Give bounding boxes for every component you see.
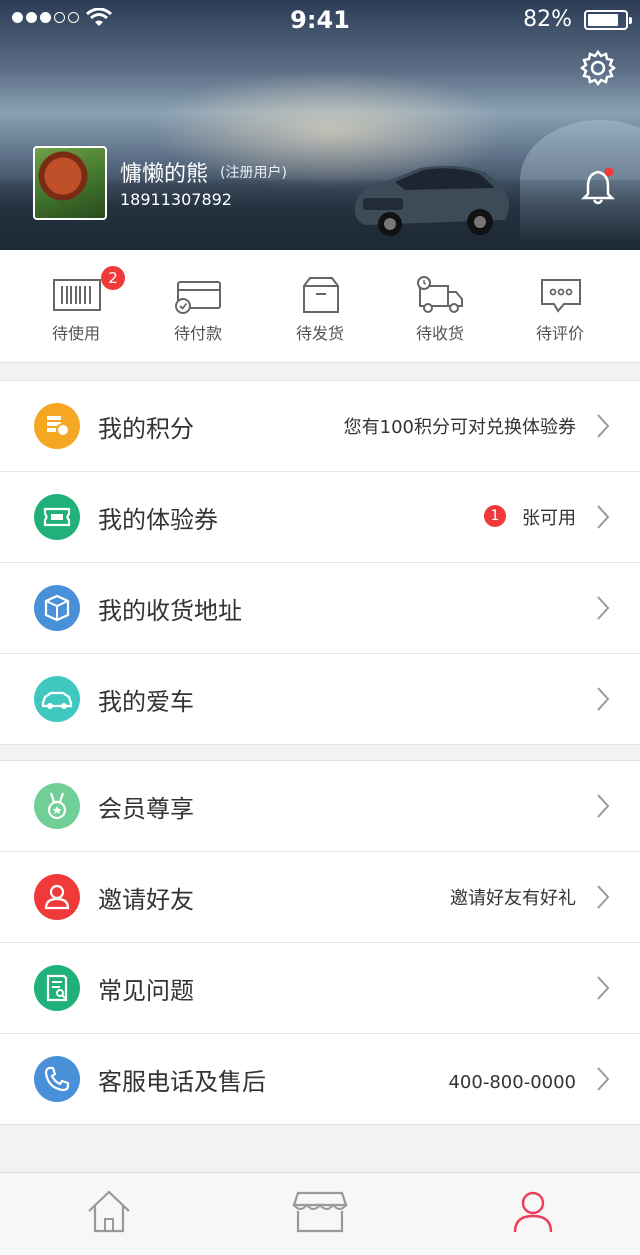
order-pending-receipt[interactable]: 待收货: [380, 250, 500, 362]
menu-item-my-car[interactable]: 我的爱车: [0, 654, 640, 744]
phone-icon: [34, 1056, 80, 1102]
menu-item-address[interactable]: 我的收货地址: [0, 563, 640, 654]
order-label: 待使用: [51, 324, 100, 343]
menu-detail: 张可用: [522, 508, 576, 529]
barcode-icon: [53, 279, 101, 311]
menu-title: 会员尊享: [98, 795, 194, 823]
order-status-bar: 待使用 待付款 待发货 待收货 待评价: [0, 250, 640, 363]
menu-item-customer-service[interactable]: 客服电话及售后 400-800-0000: [0, 1034, 640, 1124]
battery-percent: 82%: [523, 7, 572, 32]
order-label: 待发货: [295, 324, 344, 343]
card-payment-icon: [175, 281, 221, 314]
menu-title: 常见问题: [98, 977, 194, 1005]
menu-title: 我的收货地址: [98, 597, 242, 625]
battery-icon: [584, 10, 632, 30]
settings-gear-icon[interactable]: [578, 48, 618, 88]
car-illustration: [354, 165, 509, 236]
profile-header: 9:41 82% 慵懒的熊 (注册用户) 18911307892: [0, 0, 640, 250]
chevron-right-icon: [597, 414, 610, 438]
bottom-tab-bar: [0, 1172, 640, 1255]
store-icon[interactable]: [292, 1189, 348, 1233]
home-icon[interactable]: [86, 1189, 132, 1233]
menu-title: 邀请好友: [98, 886, 194, 914]
order-label: 待评价: [535, 324, 584, 343]
chevron-right-icon: [597, 1067, 610, 1091]
comment-icon: [541, 279, 581, 313]
menu-detail: 400-800-0000: [448, 1072, 576, 1093]
menu-title: 我的积分: [98, 415, 194, 443]
ticket-icon: [34, 494, 80, 540]
chevron-right-icon: [597, 885, 610, 909]
package-icon: [34, 585, 80, 631]
status-bar: 9:41 82%: [0, 0, 640, 40]
order-pending-review[interactable]: 待评价: [500, 250, 620, 362]
chevron-right-icon: [597, 505, 610, 529]
order-pending-shipment[interactable]: 待发货: [260, 250, 380, 362]
menu-item-coupons[interactable]: 我的体验券 1 张可用: [0, 472, 640, 563]
pending-use-badge: 2: [101, 266, 125, 290]
user-type-tag: (注册用户): [220, 165, 287, 181]
menu-title: 客服电话及售后: [98, 1068, 266, 1096]
chevron-right-icon: [597, 794, 610, 818]
coupon-count-badge: 1: [484, 505, 506, 527]
order-label: 待付款: [173, 324, 222, 343]
order-label: 待收货: [415, 324, 464, 343]
menu-item-invite[interactable]: 邀请好友 邀请好友有好礼: [0, 852, 640, 943]
chevron-right-icon: [597, 976, 610, 1000]
menu-detail: 您有100积分可对兑换体验券: [343, 417, 576, 438]
menu-title: 我的体验券: [98, 506, 218, 534]
menu-item-faq[interactable]: 常见问题: [0, 943, 640, 1034]
chevron-right-icon: [597, 687, 610, 711]
menu-group-service: 会员尊享 邀请好友 邀请好友有好礼 常见问题 客服电话及售后 400-800-0…: [0, 760, 640, 1125]
user-phone: 18911307892: [120, 190, 232, 209]
delivery-truck-icon: [417, 276, 463, 313]
menu-item-membership[interactable]: 会员尊享: [0, 761, 640, 852]
car-icon: [34, 676, 80, 722]
order-pending-payment[interactable]: 待付款: [138, 250, 258, 362]
menu-item-points[interactable]: 我的积分 您有100积分可对兑换体验券: [0, 381, 640, 472]
menu-title: 我的爱车: [98, 688, 194, 716]
medal-icon: [34, 783, 80, 829]
document-search-icon: [34, 965, 80, 1011]
menu-group-account: 我的积分 您有100积分可对兑换体验券 我的体验券 1 张可用 我的收货地址 我…: [0, 380, 640, 745]
username: 慵懒的熊: [120, 162, 209, 187]
person-icon: [34, 874, 80, 920]
avatar[interactable]: [33, 146, 107, 220]
menu-detail: 邀请好友有好礼: [450, 888, 576, 909]
notification-bell-icon[interactable]: [580, 166, 616, 206]
box-icon: [303, 277, 339, 313]
coins-icon: [34, 403, 80, 449]
user-icon[interactable]: [512, 1189, 554, 1233]
chevron-right-icon: [597, 596, 610, 620]
